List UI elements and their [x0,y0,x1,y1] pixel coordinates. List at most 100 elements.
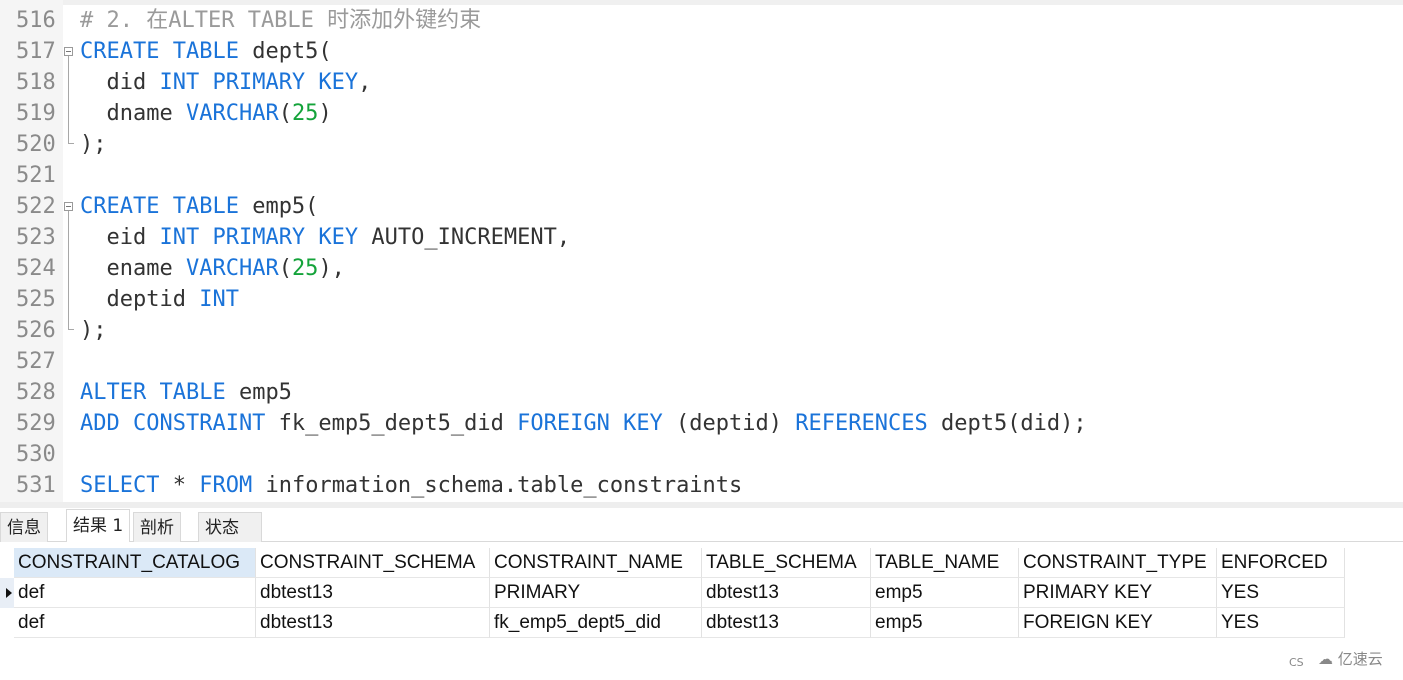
fold-collapse-icon[interactable] [64,47,73,56]
code-line[interactable]: 524 ename VARCHAR(25), [0,253,1403,284]
row-indicator[interactable] [0,578,14,608]
code-line[interactable]: 522 CREATE TABLE emp5( [0,191,1403,222]
code-line[interactable]: 516 # 2. 在ALTER TABLE 时添加外键约束 [0,5,1403,36]
identifier: fk_emp5_dept5_did [265,411,518,436]
cell-enforced[interactable]: YES [1217,578,1345,608]
column-header-table-name[interactable]: TABLE_NAME [871,548,1019,578]
line-number: 530 [16,442,56,467]
code-line[interactable]: 523 eid INT PRIMARY KEY AUTO_INCREMENT, [0,222,1403,253]
cell-table-name[interactable]: emp5 [871,608,1019,638]
code-line[interactable]: 517 CREATE TABLE dept5( [0,36,1403,67]
column-header-constraint-type[interactable]: CONSTRAINT_TYPE [1019,548,1217,578]
sql-keyword: FOREIGN KEY [517,411,663,436]
code-text: ALTER TABLE emp5 [80,377,292,408]
column-header-constraint-schema[interactable]: CONSTRAINT_SCHEMA [256,548,490,578]
line-number: 524 [16,256,56,281]
number-literal: 25 [291,256,319,281]
identifier: ); [80,318,107,343]
watermark-text: CS [1289,656,1304,669]
sql-keyword: INT PRIMARY KEY [159,70,359,95]
code-line[interactable]: 519 dname VARCHAR(25) [0,98,1403,129]
line-number: 522 [16,194,56,219]
column-header-constraint-name[interactable]: CONSTRAINT_NAME [490,548,702,578]
identifier: dept5(did); [927,411,1087,436]
sql-keyword: INT PRIMARY KEY [159,225,359,250]
cell-table-name[interactable]: emp5 [871,578,1019,608]
cell-table-schema[interactable]: dbtest13 [702,578,871,608]
cell-constraint-name[interactable]: fk_emp5_dept5_did [490,608,702,638]
sql-keyword: ADD CONSTRAINT [80,411,266,436]
identifier: ename [80,256,186,281]
code-text: # 2. 在ALTER TABLE 时添加外键约束 [80,5,481,36]
fold-guide-line [68,56,69,137]
code-line[interactable]: 528 ALTER TABLE emp5 [0,377,1403,408]
identifier: dname [80,101,186,126]
column-header-table-schema[interactable]: TABLE_SCHEMA [702,548,871,578]
tab-status[interactable]: 状态 [198,512,262,542]
code-line[interactable]: 526); [0,315,1403,346]
code-line[interactable]: 530 [0,439,1403,470]
sql-editor[interactable]: 516 # 2. 在ALTER TABLE 时添加外键约束 517 CREATE TA… [0,0,1403,508]
sql-keyword: SELECT [80,473,160,498]
fold-guide-line [68,211,69,323]
line-number: 517 [16,39,56,64]
column-header-constraint-catalog[interactable]: CONSTRAINT_CATALOG [14,548,256,578]
identifier: dept5( [238,39,332,64]
code-text: dname VARCHAR(25) [80,98,331,129]
sql-keyword: INT [199,287,239,312]
code-text: ename VARCHAR(25), [80,253,345,284]
code-text: eid INT PRIMARY KEY AUTO_INCREMENT, [80,222,570,253]
identifier: ), [318,256,345,281]
cell-enforced[interactable]: YES [1217,608,1345,638]
code-text: ); [80,315,107,346]
tab-info[interactable]: 信息 [0,512,48,542]
code-line[interactable]: 525 deptid INT [0,284,1403,315]
fold-end-marker [68,137,74,144]
sql-keyword: FROM [199,473,253,498]
number-literal: 25 [291,101,319,126]
tab-result-1[interactable]: 结果 1 [66,509,131,543]
cell-constraint-name[interactable]: PRIMARY [490,578,702,608]
cell-constraint-catalog[interactable]: def [14,578,256,608]
identifier: * [159,473,200,498]
line-number: 519 [16,101,56,126]
identifier: emp5 [225,380,292,405]
cell-constraint-type[interactable]: FOREIGN KEY [1019,608,1217,638]
cell-constraint-type[interactable]: PRIMARY KEY [1019,578,1217,608]
identifier: did [80,70,160,95]
line-number: 520 [16,132,56,157]
column-header-enforced[interactable]: ENFORCED [1217,548,1345,578]
sql-keyword: ALTER TABLE [80,380,226,405]
code-line[interactable]: 529 ADD CONSTRAINT fk_emp5_dept5_did FORE… [0,408,1403,439]
code-text: deptid INT [80,284,239,315]
cell-table-schema[interactable]: dbtest13 [702,608,871,638]
cell-constraint-catalog[interactable]: def [14,608,256,638]
current-row-arrow-icon [6,588,12,598]
cell-constraint-schema[interactable]: dbtest13 [256,578,490,608]
line-number: 528 [16,380,56,405]
code-line[interactable]: 520); [0,129,1403,160]
code-text: CREATE TABLE emp5( [80,191,318,222]
code-line[interactable]: 521 [0,160,1403,191]
identifier: ); [80,132,107,157]
line-number: 523 [16,225,56,250]
identifier: ( [278,256,292,281]
line-number: 526 [16,318,56,343]
row-indicator[interactable] [0,608,14,638]
code-line[interactable]: 531 SELECT * FROM information_schema.tabl… [0,470,1403,501]
fold-collapse-icon[interactable] [64,202,73,211]
code-line[interactable]: 518 did INT PRIMARY KEY, [0,67,1403,98]
identifier: information_schema.table_constraints [252,473,743,498]
watermark-brand: ☁ 亿速云 [1318,648,1383,669]
line-number: 518 [16,70,56,95]
line-number: 521 [16,163,56,188]
tab-profile[interactable]: 剖析 [133,512,181,542]
identifier: ( [278,101,292,126]
identifier: eid [80,225,160,250]
cell-constraint-schema[interactable]: dbtest13 [256,608,490,638]
code-line[interactable]: 527 [0,346,1403,377]
code-text: ADD CONSTRAINT fk_emp5_dept5_did FOREIGN… [80,408,1087,439]
result-tabs: 信息 结果 1 剖析 状态 [0,508,1403,543]
line-number: 516 [16,8,56,33]
identifier: (deptid) [662,411,796,436]
